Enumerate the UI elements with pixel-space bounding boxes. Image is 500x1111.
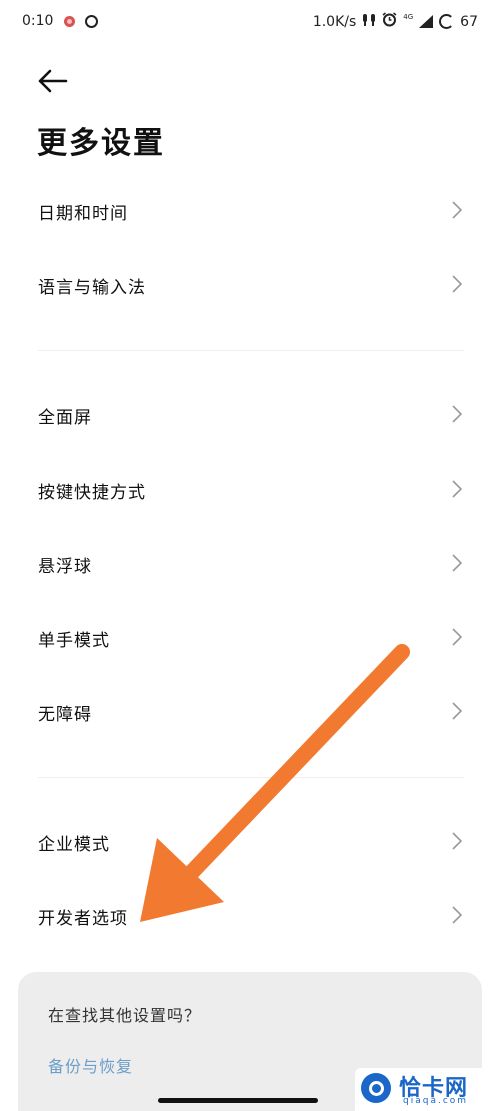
battery-icon (439, 14, 455, 29)
circle-notification-icon (85, 15, 98, 28)
settings-item-label: 开发者选项 (38, 909, 128, 929)
back-button[interactable] (36, 66, 72, 96)
battery-level: 67 (460, 13, 478, 30)
home-indicator[interactable] (158, 1098, 318, 1103)
section-divider (38, 350, 464, 351)
bluetooth-headset-icon (362, 13, 376, 31)
signal-icon (419, 15, 434, 28)
chevron-right-icon (452, 275, 462, 293)
status-time: 0:10 (22, 13, 54, 29)
chevron-right-icon (452, 702, 462, 720)
chevron-right-icon (452, 906, 462, 924)
chevron-right-icon (452, 201, 462, 219)
net-speed: 1.0K/s (312, 13, 357, 30)
watermark-logo-icon (361, 1073, 391, 1103)
backup-restore-link[interactable]: 备份与恢复 (48, 1053, 133, 1077)
settings-item-language-input[interactable]: 语言与输入法 (0, 255, 500, 315)
settings-item-one-hand-mode[interactable]: 单手模式 (0, 608, 500, 668)
chevron-right-icon (452, 405, 462, 423)
status-bar: 0:10 1.0K/s 4G 67 (0, 0, 500, 44)
settings-item-label: 无障碍 (38, 705, 92, 725)
settings-item-full-screen[interactable]: 全面屏 (0, 385, 500, 445)
page-title: 更多设置 (37, 126, 165, 161)
network-type: 4G (403, 13, 414, 21)
settings-item-label: 按键快捷方式 (38, 483, 146, 503)
chevron-right-icon (452, 628, 462, 646)
chevron-right-icon (452, 832, 462, 850)
settings-item-button-shortcuts[interactable]: 按键快捷方式 (0, 460, 500, 520)
settings-item-floating-ball[interactable]: 悬浮球 (0, 534, 500, 594)
settings-item-enterprise-mode[interactable]: 企业模式 (0, 812, 500, 872)
settings-item-label: 全面屏 (38, 408, 92, 428)
settings-item-date-time[interactable]: 日期和时间 (0, 181, 500, 241)
settings-item-developer-options[interactable]: 开发者选项 (0, 886, 500, 946)
settings-item-accessibility[interactable]: 无障碍 (0, 682, 500, 742)
settings-item-label: 日期和时间 (38, 204, 128, 224)
alarm-icon (382, 12, 397, 31)
chevron-right-icon (452, 554, 462, 572)
settings-item-label: 单手模式 (38, 631, 110, 651)
notification-icon (64, 16, 75, 27)
chevron-right-icon (452, 480, 462, 498)
settings-item-label: 语言与输入法 (38, 278, 146, 298)
status-right-group: 1.0K/s 4G 67 (313, 12, 478, 31)
watermark-domain: qiaqa.com (403, 1096, 469, 1106)
arrow-left-icon (38, 69, 68, 93)
settings-item-label: 悬浮球 (38, 557, 92, 577)
section-divider (38, 777, 464, 778)
watermark-logo: 恰卡网 qiaqa.com (355, 1068, 500, 1111)
settings-item-label: 企业模式 (38, 835, 110, 855)
search-suggestion-question: 在查找其他设置吗？ (48, 1006, 202, 1025)
